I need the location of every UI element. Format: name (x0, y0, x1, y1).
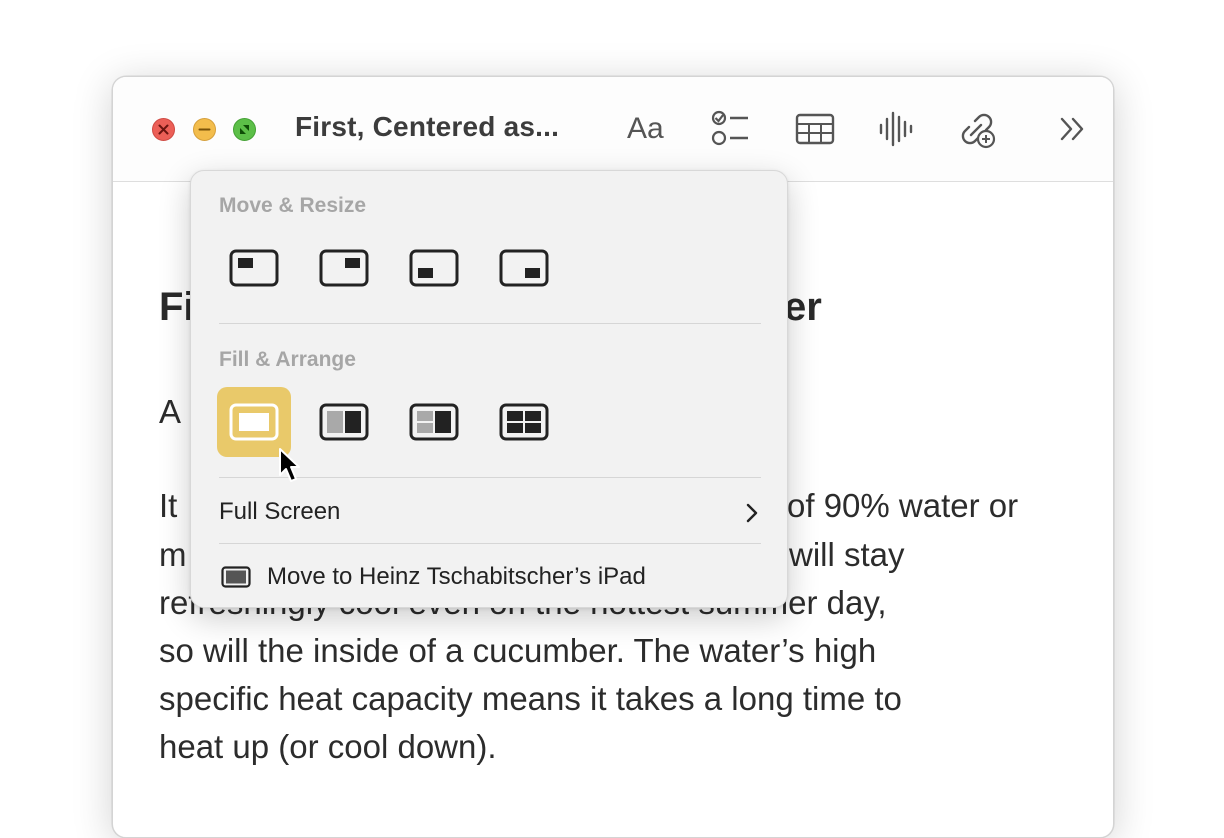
window-title: First, Centered as... (295, 111, 560, 142)
full-screen-menu-item[interactable]: Full Screen (219, 498, 761, 528)
window-split-stacked-icon (409, 403, 459, 441)
chevron-right-icon (746, 503, 758, 523)
format-button[interactable]: Aa (627, 107, 664, 151)
table-icon (795, 113, 835, 145)
close-x-icon (158, 124, 169, 135)
zoom-button[interactable] (233, 118, 256, 141)
toolbar: First, Centered as... Aa (113, 77, 1113, 182)
checklist-icon (711, 110, 748, 146)
fill-arrange-label: Fill & Arrange (219, 348, 356, 371)
minimize-button[interactable] (193, 118, 216, 141)
note-line-2-left: m (159, 536, 187, 573)
collaborate-icon (961, 113, 996, 149)
window-top-left-icon (229, 249, 279, 287)
audio-waveform-icon (879, 111, 913, 147)
arrange-left-right-button[interactable] (307, 387, 381, 457)
move-top-left-button[interactable] (217, 233, 291, 303)
section-divider (219, 323, 761, 324)
ipad-icon (221, 566, 251, 588)
more-button[interactable] (1059, 107, 1089, 151)
note-line-a: A (159, 393, 182, 430)
window-top-right-icon (319, 249, 369, 287)
window-bottom-left-icon (409, 249, 459, 287)
note-line-1-right: of 90% water or (787, 487, 1019, 524)
minus-icon (198, 128, 211, 131)
move-bottom-left-button[interactable] (397, 233, 471, 303)
note-line-2-right: will stay (789, 536, 905, 573)
more-chevrons-icon (1060, 117, 1084, 141)
move-resize-label: Move & Resize (219, 194, 367, 217)
collaborate-button[interactable] (955, 107, 997, 151)
audio-button[interactable] (876, 107, 916, 151)
note-heading-end: er (784, 285, 822, 329)
window-quarters-icon (499, 403, 549, 441)
arrange-left-stack-right-button[interactable] (397, 387, 471, 457)
move-bottom-right-button[interactable] (487, 233, 561, 303)
close-button[interactable] (152, 118, 175, 141)
table-button[interactable] (794, 107, 836, 151)
move-top-right-button[interactable] (307, 233, 381, 303)
arrange-quarters-button[interactable] (487, 387, 561, 457)
note-line-4: so will the inside of a cucumber. The wa… (159, 632, 877, 669)
note-line-6: heat up (or cool down). (159, 728, 497, 765)
note-line-5: specific heat capacity means it takes a … (159, 680, 902, 717)
move-to-ipad-label: Move to Heinz Tschabitscher’s iPad (267, 563, 646, 590)
window-bottom-right-icon (499, 249, 549, 287)
note-line-1-left: It (159, 487, 178, 524)
zoom-arrows-icon (240, 125, 249, 134)
window-fill-icon (229, 403, 279, 441)
window-split-halves-icon (319, 403, 369, 441)
full-screen-label: Full Screen (219, 498, 341, 525)
section-divider (219, 543, 761, 544)
window-tiling-popover: Move & Resize Fill & Arrange Full Screen… (190, 170, 788, 608)
mouse-pointer-icon (279, 448, 300, 482)
checklist-button[interactable] (710, 107, 752, 151)
